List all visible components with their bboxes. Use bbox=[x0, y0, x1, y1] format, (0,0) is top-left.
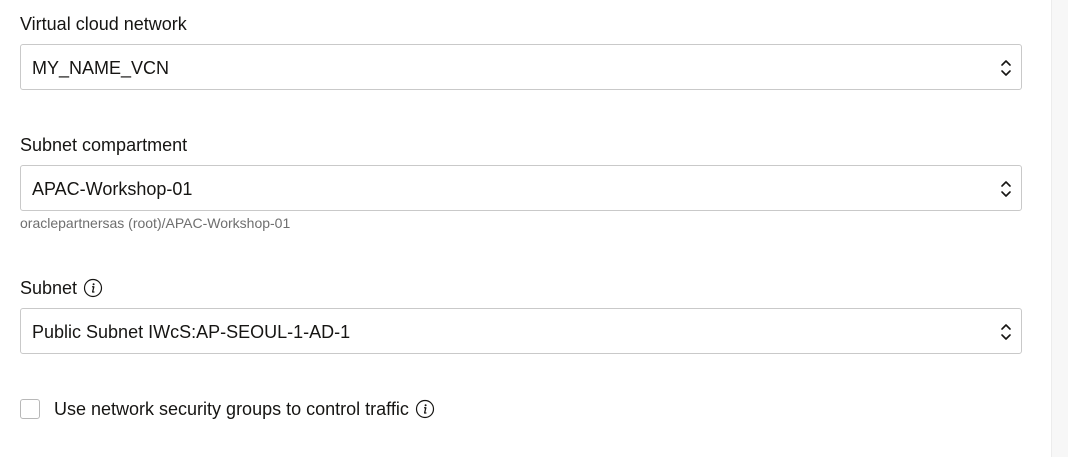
subnet-compartment-label-text: Subnet compartment bbox=[20, 135, 188, 155]
nsg-checkbox[interactable] bbox=[20, 399, 40, 419]
chevron-up-down-icon bbox=[1000, 58, 1012, 78]
chevron-up-down-icon bbox=[1000, 179, 1012, 199]
nsg-checkbox-label[interactable]: Use network security groups to control t… bbox=[54, 398, 409, 420]
nsg-checkbox-row: Use network security groups to control t… bbox=[20, 397, 435, 421]
subnet-compartment-label: Subnet compartment bbox=[20, 134, 187, 156]
subnet-label: Subnet bbox=[20, 277, 103, 299]
vcn-select-value: MY_NAME_VCN bbox=[32, 58, 170, 78]
subnet-select-value: Public Subnet IWcS:AP-SEOUL-1-AD-1 bbox=[32, 322, 351, 342]
info-icon[interactable] bbox=[83, 278, 103, 298]
info-icon[interactable] bbox=[415, 399, 435, 419]
compartment-path-helper: oraclepartnersas (root)/APAC-Workshop-01 bbox=[20, 215, 291, 231]
subnet-compartment-select[interactable]: APAC-Workshop-01 bbox=[20, 165, 1022, 211]
chevron-up-down-icon bbox=[1000, 322, 1012, 342]
subnet-compartment-select-value: APAC-Workshop-01 bbox=[32, 179, 193, 199]
vcn-label: Virtual cloud network bbox=[20, 13, 187, 35]
subnet-select[interactable]: Public Subnet IWcS:AP-SEOUL-1-AD-1 bbox=[20, 308, 1022, 354]
vcn-select[interactable]: MY_NAME_VCN bbox=[20, 44, 1022, 90]
subnet-label-text: Subnet bbox=[20, 278, 78, 298]
right-side-panel bbox=[1051, 0, 1068, 457]
vcn-label-text: Virtual cloud network bbox=[20, 14, 187, 34]
